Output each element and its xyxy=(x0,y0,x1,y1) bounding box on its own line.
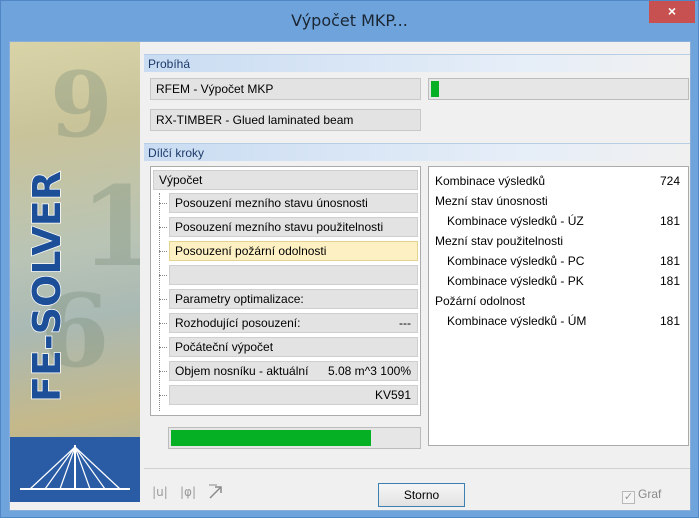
profile-value: KV591 xyxy=(374,388,411,402)
result-row: Mezní stav únosnosti xyxy=(435,191,680,211)
result-value: 724 xyxy=(659,174,680,188)
fe-solver-banner: 9 1 6 FE-SOLVER xyxy=(10,42,140,502)
checkbox-check-icon: ✓ xyxy=(622,491,635,504)
footer-separator xyxy=(144,468,690,469)
result-row: Požární odolnost xyxy=(435,291,680,311)
result-label: Požární odolnost xyxy=(435,294,526,308)
bridge-logo-icon xyxy=(10,437,140,502)
result-label: Mezní stav použitelnosti xyxy=(435,234,564,248)
dialog-body: 9 1 6 FE-SOLVER Probíhá RFEM - Výpočet M… xyxy=(9,41,691,511)
step-item-decisive: Rozhodující posouzení: --- xyxy=(169,313,418,333)
cancel-button[interactable]: Storno xyxy=(378,483,465,507)
result-row: Mezní stav použitelnosti xyxy=(435,231,680,251)
volume-value: 5.08 m^3 100% xyxy=(327,364,411,378)
result-row: Kombinace výsledků - ÚZ 181 xyxy=(435,211,680,231)
result-label: Kombinace výsledků - ÚZ xyxy=(447,214,584,228)
result-row: Kombinace výsledků 724 xyxy=(435,171,680,191)
tree-tick xyxy=(159,251,167,252)
task-progress-bar xyxy=(428,78,689,100)
title-bar[interactable]: Výpočet MKP... × xyxy=(1,1,698,41)
step-root: Výpočet xyxy=(153,170,418,190)
result-row: Kombinace výsledků - ÚM 181 xyxy=(435,311,680,331)
result-label: Kombinace výsledků - PC xyxy=(447,254,585,268)
step-item: Počáteční výpočet xyxy=(169,337,418,357)
calculation-dialog: Výpočet MKP... × 9 1 6 FE-SOLVER Probíhá… xyxy=(0,0,699,518)
step-item: Parametry optimalizace: xyxy=(169,289,418,309)
result-label: Kombinace výsledků xyxy=(435,174,546,188)
tree-tick xyxy=(159,395,167,396)
tree-tick xyxy=(159,227,167,228)
result-row: Kombinace výsledků - PK 181 xyxy=(435,271,680,291)
deformation-u-icon[interactable]: |u| xyxy=(150,482,170,502)
rotation-phi-icon[interactable]: |φ| xyxy=(178,482,198,502)
tree-tick xyxy=(159,203,167,204)
step-label: Objem nosníku - aktuální xyxy=(175,364,309,378)
scale-arrow-icon[interactable] xyxy=(206,482,226,502)
result-value: 181 xyxy=(659,314,680,328)
running-group-header: Probíhá xyxy=(144,54,690,72)
result-value: 181 xyxy=(659,274,680,288)
result-label: Mezní stav únosnosti xyxy=(435,194,548,208)
running-task-2: RX-TIMBER - Glued laminated beam xyxy=(150,109,421,131)
result-row: Kombinace výsledků - PC 181 xyxy=(435,251,680,271)
svg-text:FE-SOLVER: FE-SOLVER xyxy=(25,171,69,402)
running-task-1: RFEM - Výpočet MKP xyxy=(150,78,421,100)
tree-tick xyxy=(159,299,167,300)
tree-tick xyxy=(159,275,167,276)
tree-tick xyxy=(159,323,167,324)
step-item-volume: Objem nosníku - aktuální 5.08 m^3 100% xyxy=(169,361,418,381)
steps-progress-fill xyxy=(171,430,372,446)
result-value: 181 xyxy=(659,254,680,268)
result-value: 181 xyxy=(659,214,680,228)
banner-title: FE-SOLVER xyxy=(22,72,72,422)
step-item: Posouzení mezního stavu použitelnosti xyxy=(169,217,418,237)
result-label: Kombinace výsledků - ÚM xyxy=(447,314,587,328)
graph-label: Graf xyxy=(638,487,662,501)
step-item: Posouzení mezního stavu únosnosti xyxy=(169,193,418,213)
results-panel: Kombinace výsledků 724 Mezní stav únosnost… xyxy=(428,166,689,446)
graph-checkbox[interactable]: ✓ Graf xyxy=(622,485,662,504)
step-item-active: Posouzení požární odolnosti xyxy=(169,241,418,261)
steps-progress-bar xyxy=(168,427,421,449)
step-label: Rozhodující posouzení: xyxy=(175,316,301,330)
tree-tick xyxy=(159,371,167,372)
tree-connector xyxy=(159,193,160,411)
steps-tree: Výpočet Posouzení mezního stavu únosnost… xyxy=(150,166,421,416)
close-button[interactable]: × xyxy=(649,1,695,23)
result-label: Kombinace výsledků - PK xyxy=(447,274,584,288)
window-title: Výpočet MKP... xyxy=(291,11,408,30)
decisive-value: --- xyxy=(399,316,411,330)
step-item-profile: KV591 xyxy=(169,385,418,405)
task-progress-fill xyxy=(431,81,439,97)
step-item-empty xyxy=(169,265,418,285)
tree-tick xyxy=(159,347,167,348)
steps-group-header: Dílčí kroky xyxy=(144,143,690,161)
